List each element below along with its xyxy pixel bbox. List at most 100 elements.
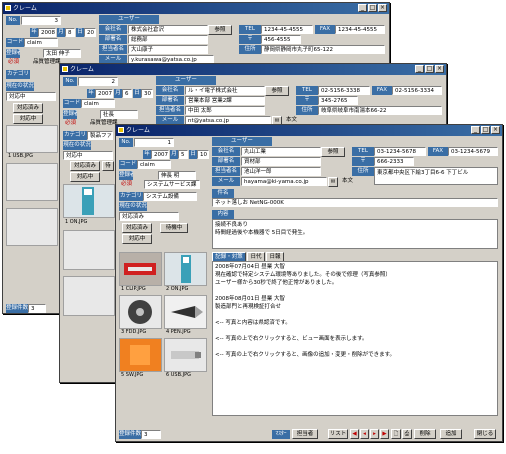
photo-on[interactable] [164,252,207,286]
company-field[interactable]: ル・イ電子株式会社 [185,86,265,95]
photo-usb[interactable] [164,338,207,372]
photo-sw[interactable] [119,338,162,372]
tel-field[interactable]: 03-1234-5678 [374,147,426,156]
first-record-icon[interactable]: ◀ [350,429,359,439]
status-field[interactable]: 対応済み [119,212,179,221]
zip-field[interactable]: 345-2765 [318,96,358,105]
last-record-icon[interactable]: ▶ [380,429,389,439]
claim-window-front: クレーム _ □ × No. 1 年 2007 月 5 日 10 コード claim… [115,124,503,442]
tab-daily[interactable]: 日代 [247,252,265,261]
year-field[interactable]: 2007 [151,150,169,159]
code-field[interactable]: claim [24,38,58,47]
in-progress-button[interactable]: 対応中 [13,114,43,124]
dept-field[interactable]: 資材部 [241,157,321,166]
close-button[interactable]: × [435,65,444,73]
tab-report[interactable]: 日報 [266,252,284,261]
window-title: クレーム [126,127,150,134]
photo-thumbnail[interactable] [6,208,58,246]
dept-field[interactable]: 総務部 [128,35,208,44]
zip-field[interactable]: 456-4555 [261,35,301,44]
new-document-icon[interactable]: 🗋 [391,429,401,439]
fax-field[interactable]: 02-5156-3334 [392,86,442,95]
no-field[interactable]: 3 [21,16,61,25]
photo-clip[interactable] [119,252,162,286]
registrar-field[interactable]: 社長 [100,110,138,119]
print-icon[interactable]: ⎙ [402,429,412,439]
tel-field[interactable]: 02-5156-3338 [318,86,370,95]
person-field[interactable]: 大山康子 [128,45,208,54]
day-field[interactable]: 10 [197,150,209,159]
addr-field[interactable]: 岐阜県岐阜市南湯本66-22 [318,106,442,115]
person-field[interactable]: 中田 太郎 [185,106,265,115]
company-field[interactable]: 丸山工業 [241,147,321,156]
list-button[interactable]: リスト [328,429,348,439]
month-field[interactable]: 6 [122,89,132,98]
status-label: 現在の状況 [119,202,147,211]
ref-button[interactable]: 参照 [321,147,345,157]
prev-record-icon[interactable]: ◂ [360,429,369,439]
status-field[interactable]: 対応中 [63,151,113,160]
done-button[interactable]: 対応済み [122,223,152,233]
ref-button[interactable]: 参照 [265,86,289,96]
photo-thumbnail[interactable] [63,230,115,270]
no-field[interactable]: 2 [78,77,118,86]
dept-field[interactable]: 営業本部 営業2課 [185,96,265,105]
photo-thumbnail[interactable] [63,184,115,218]
category-field[interactable]: システム設備 [143,192,197,201]
log-line: <-- 写真の上で右クリックすると、画像の追加・変更・削除ができます。 [215,352,396,358]
photo-thumbnail[interactable] [63,276,115,316]
minimize-button[interactable]: _ [415,65,424,73]
in-progress-button[interactable]: 対応中 [70,172,100,182]
log-area[interactable]: 2008年07月04日 昼業 大智 現在確認で特定システム環境等ありました。その… [212,261,498,416]
in-progress-button[interactable]: 対応中 [122,234,152,244]
wait-button[interactable]: 待 [102,161,114,171]
content-field[interactable]: 接続不良あり 時間経過後や本機器で 5日目で発生。 [212,219,498,249]
fax-field[interactable]: 1234-45-4555 [335,25,385,34]
minimize-button[interactable]: _ [358,4,367,12]
mail-field[interactable]: hayama@ki-yama.co.jp [241,177,327,186]
photo-thumbnail[interactable] [6,125,58,153]
category-field[interactable]: 製品ファ [87,131,113,140]
tab-records[interactable]: 記録・対策 [212,252,246,261]
day-field[interactable]: 20 [84,28,96,37]
person-button[interactable]: 担当者 [292,429,318,439]
mail-send-icon[interactable]: ✉ [328,177,338,187]
delete-button[interactable]: 削除 [414,429,436,439]
addr-field[interactable]: 東京都中央区下絵3丁目6-6 下丁ビル [374,167,498,185]
day-field[interactable]: 30 [141,89,153,98]
next-record-icon[interactable]: ▸ [370,429,379,439]
close-form-button[interactable]: 閉じる [474,429,496,439]
person-field[interactable]: 池山洋一郎 [241,167,321,176]
wait-button[interactable]: 待機中 [160,223,188,233]
minimize-button[interactable]: _ [471,126,480,134]
subject-field[interactable]: ネット落しお NetNG-000K [212,198,498,207]
no-field[interactable]: 1 [134,138,174,147]
done-button[interactable]: 対応済み [13,103,43,113]
close-button[interactable]: × [491,126,500,134]
code-field[interactable]: claim [137,160,171,169]
maximize-button[interactable]: □ [481,126,490,134]
photo-fdd[interactable] [119,295,162,329]
registrar-field[interactable]: 太田 伸子 [43,49,81,58]
add-button[interactable]: 追加 [440,429,462,439]
status-field[interactable]: 対応中 [6,92,56,101]
maximize-button[interactable]: □ [425,65,434,73]
ref-button[interactable]: 参照 [208,25,232,35]
tel-field[interactable]: 1234-45-4555 [261,25,313,34]
code-field[interactable]: claim [81,99,115,108]
maximize-button[interactable]: □ [368,4,377,12]
month-field[interactable]: 5 [178,150,188,159]
photo-thumbnail[interactable] [6,163,58,201]
fax-field[interactable]: 03-1234-5679 [448,147,498,156]
company-field[interactable]: 株式会社倉沢 [128,25,208,34]
month-field[interactable]: 8 [65,28,75,37]
addr-field[interactable]: 静岡県静岡市丸子町65-122 [261,45,385,54]
close-button[interactable]: × [378,4,387,12]
year-field[interactable]: 2008 [38,28,56,37]
registrar-field[interactable]: 伸長 明 [158,171,196,180]
photo-pen[interactable] [164,295,207,329]
done-button[interactable]: 対応済み [70,161,100,171]
zip-label: 〒 [239,35,261,44]
zip-field[interactable]: 666-2333 [374,157,414,166]
year-field[interactable]: 2007 [95,89,113,98]
